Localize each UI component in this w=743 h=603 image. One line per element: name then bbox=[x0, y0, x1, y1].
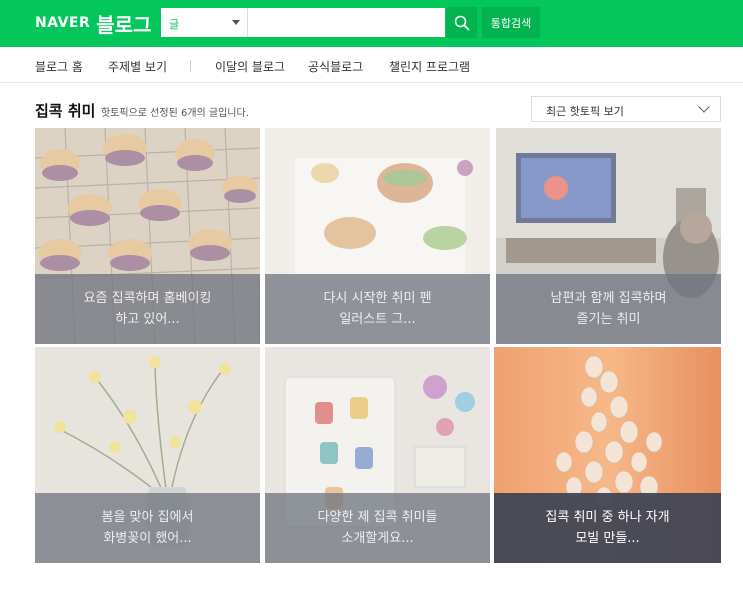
card-caption-text: 집콕 취미 중 하나 자개 모빌 만들... bbox=[545, 510, 670, 546]
naver-blog-logo[interactable]: NAVER 블로그 bbox=[35, 10, 152, 37]
topic-card[interactable]: 봄을 맞아 집에서 화병꽂이 했어... bbox=[35, 347, 260, 563]
nav-topic-view[interactable]: 주제별 보기 bbox=[108, 58, 167, 75]
card-caption-text: 요즘 집콕하며 홈베이킹 하고 있어... bbox=[83, 291, 212, 327]
card-caption: 집콕 취미 중 하나 자개 모빌 만들... bbox=[494, 493, 721, 563]
blog-logo-text: 블로그 bbox=[96, 12, 152, 37]
card-caption: 요즘 집콕하며 홈베이킹 하고 있어... bbox=[35, 274, 260, 344]
search-icon bbox=[454, 15, 469, 30]
card-caption: 봄을 맞아 집에서 화병꽂이 했어... bbox=[35, 493, 260, 563]
sort-dropdown[interactable]: 최근 핫토픽 보기 bbox=[531, 96, 721, 122]
naver-logo-text: NAVER bbox=[35, 15, 91, 31]
caret-down-icon bbox=[232, 20, 240, 25]
search-scope-dropdown[interactable]: 글 bbox=[161, 8, 248, 37]
card-caption: 다시 시작한 취미 펜 일러스트 그... bbox=[265, 274, 490, 344]
topic-card-selected[interactable]: 집콕 취미 중 하나 자개 모빌 만들... bbox=[494, 347, 721, 563]
search-box: 글 bbox=[160, 7, 446, 38]
topic-card[interactable]: 남편과 함께 집콕하며 즐기는 취미 bbox=[496, 128, 721, 344]
card-caption-text: 봄을 맞아 집에서 화병꽂이 했어... bbox=[101, 510, 194, 546]
nav-official-blog[interactable]: 공식블로그 bbox=[308, 58, 363, 75]
card-caption-text: 다시 시작한 취미 펜 일러스트 그... bbox=[323, 291, 432, 327]
total-search-button[interactable]: 통합검색 bbox=[482, 7, 540, 38]
section-subtitle: 핫토픽으로 선정된 6개의 글입니다. bbox=[101, 108, 249, 119]
top-header: NAVER 블로그 글 통합검색 bbox=[0, 0, 743, 47]
search-scope-label: 글 bbox=[169, 18, 180, 31]
nav-divider bbox=[190, 60, 191, 72]
nav-challenge-program[interactable]: 챌린지 프로그램 bbox=[389, 58, 470, 75]
chevron-down-icon bbox=[698, 101, 710, 113]
section-title: 집콕 취미 bbox=[35, 102, 96, 120]
search-input[interactable] bbox=[249, 8, 444, 37]
topic-card[interactable]: 요즘 집콕하며 홈베이킹 하고 있어... bbox=[35, 128, 260, 344]
topic-card[interactable]: 다시 시작한 취미 펜 일러스트 그... bbox=[265, 128, 490, 344]
nav-blog-of-month[interactable]: 이달의 블로그 bbox=[215, 58, 285, 75]
topic-card[interactable]: 다양한 제 집콕 취미들 소개할게요... bbox=[265, 347, 490, 563]
search-button[interactable] bbox=[446, 7, 477, 38]
card-caption: 다양한 제 집콕 취미들 소개할게요... bbox=[265, 493, 490, 563]
card-caption-text: 다양한 제 집콕 취미들 소개할게요... bbox=[317, 510, 438, 546]
blog-nav-bar: 블로그 홈 주제별 보기 이달의 블로그 공식블로그 챌린지 프로그램 bbox=[0, 47, 743, 83]
sort-label: 최근 핫토픽 보기 bbox=[546, 105, 624, 118]
card-caption-text: 남편과 함께 집콕하며 즐기는 취미 bbox=[550, 291, 667, 327]
nav-blog-home[interactable]: 블로그 홈 bbox=[35, 58, 83, 75]
card-caption: 남편과 함께 집콕하며 즐기는 취미 bbox=[496, 274, 721, 344]
